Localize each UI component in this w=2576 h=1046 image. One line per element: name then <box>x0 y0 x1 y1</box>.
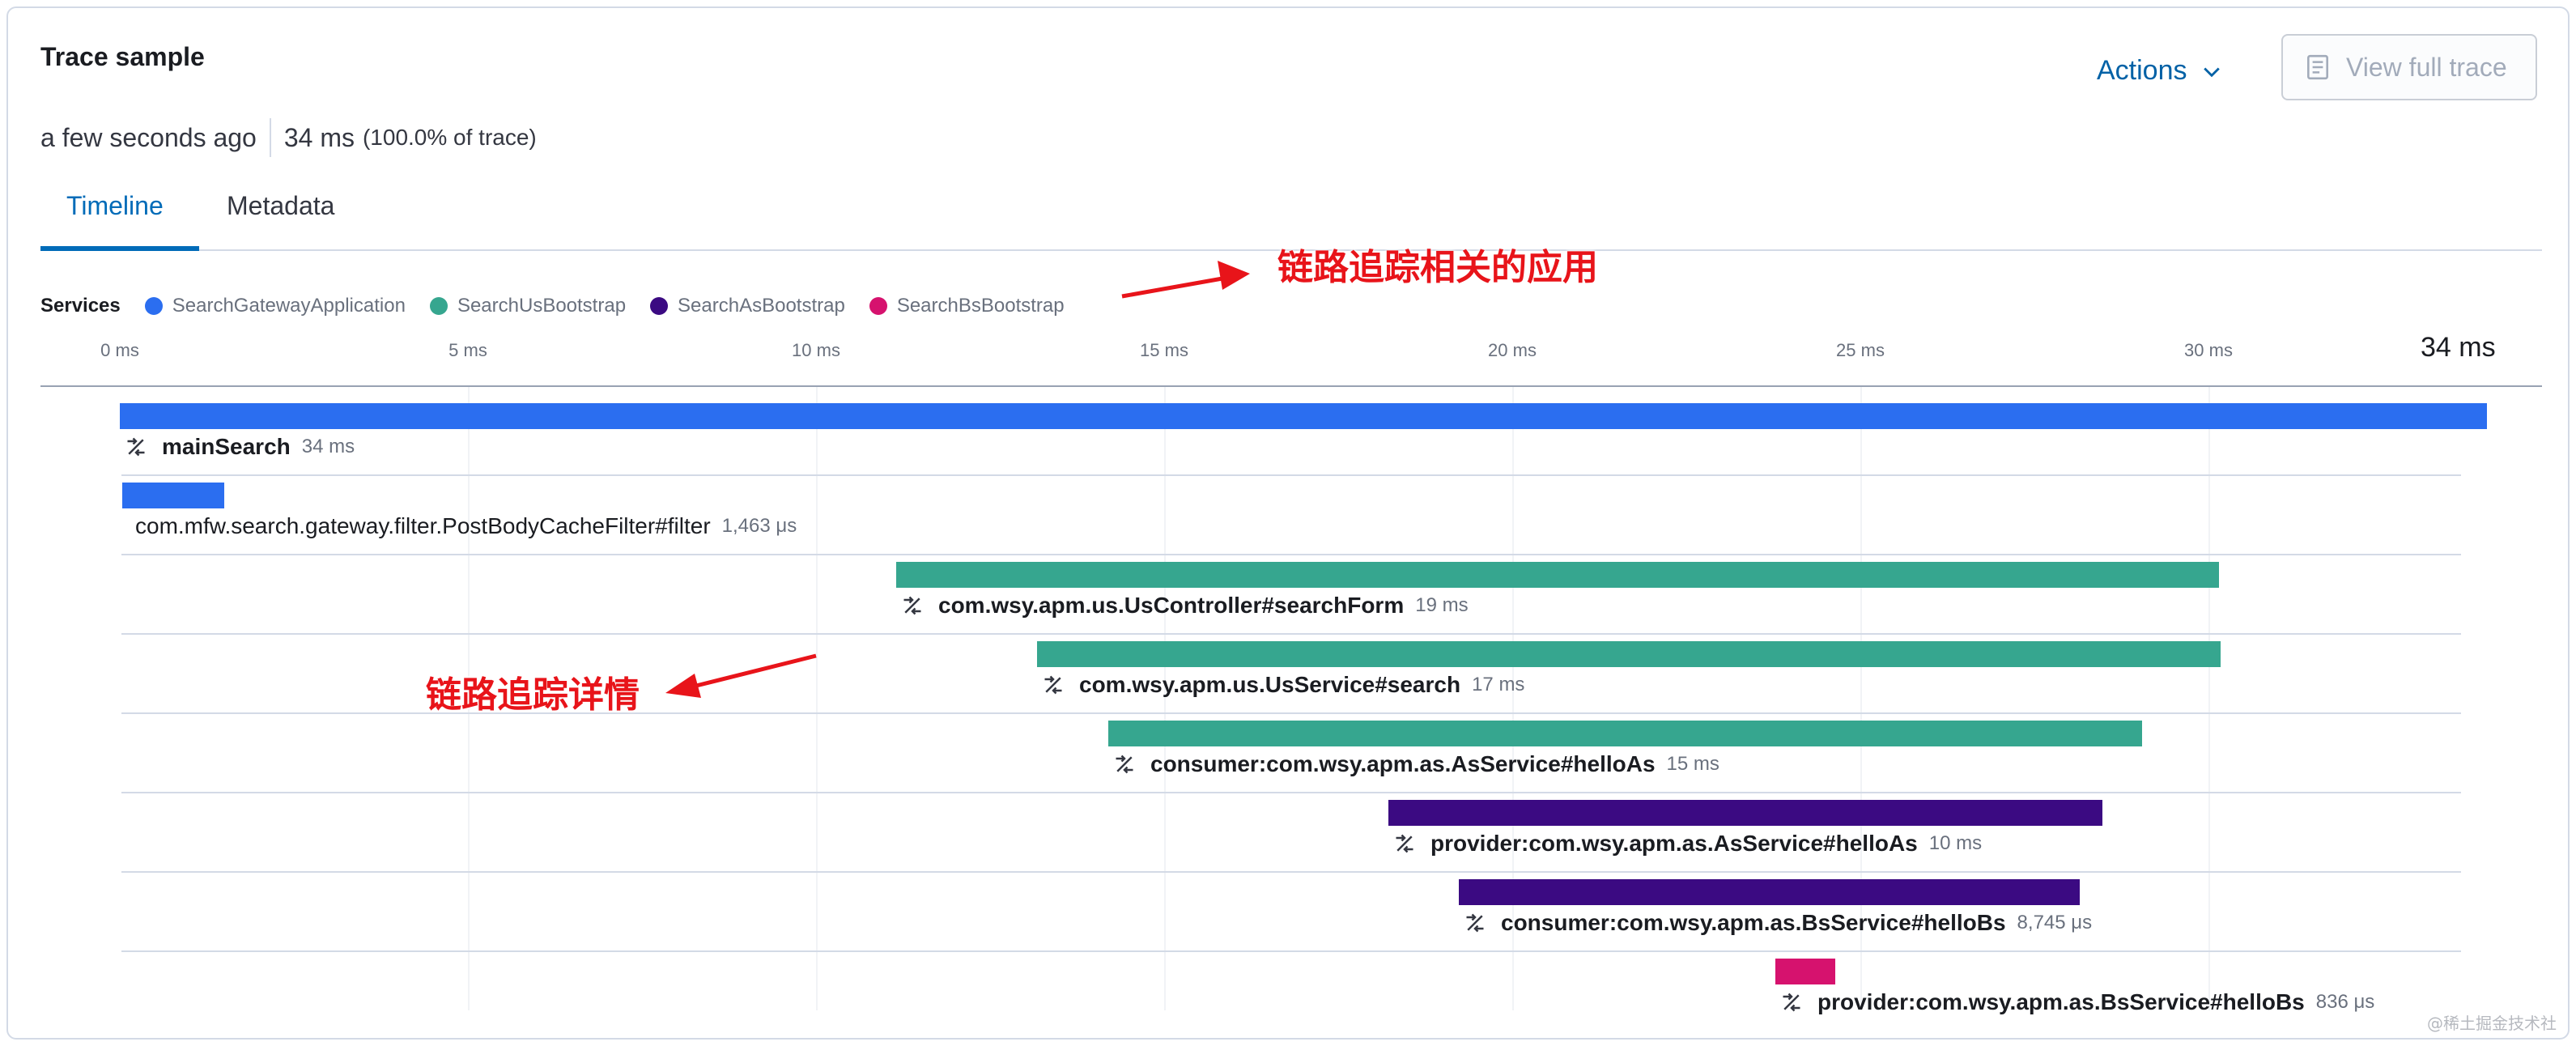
axis-tick: 25 ms <box>1836 340 1885 360</box>
span-type-icon <box>127 437 145 457</box>
span-bar[interactable] <box>1459 879 2080 905</box>
chevron-down-icon <box>2203 67 2220 77</box>
services-label: Services <box>40 295 121 317</box>
span-bar[interactable] <box>1108 721 2142 746</box>
span-type-icon <box>1044 675 1062 695</box>
document-icon <box>2307 54 2328 80</box>
span-label[interactable]: com.wsy.apm.us.UsController#searchForm 19… <box>901 593 1469 619</box>
tab-metadata[interactable]: Metadata <box>227 191 334 221</box>
span-bar[interactable] <box>122 483 224 508</box>
trace-age: a few seconds ago <box>40 122 257 152</box>
span-label[interactable]: mainSearch 34 ms <box>125 434 355 460</box>
legend-dot <box>429 297 448 315</box>
watermark: @稀土掘金技术社区 <box>2427 1014 2557 1038</box>
span-type-icon <box>1116 755 1133 774</box>
span-name: provider:com.wsy.apm.as.BsService#helloB… <box>1817 989 2305 1014</box>
legend-dot <box>869 297 887 315</box>
legend-label: SearchGatewayApplication <box>172 295 406 317</box>
row-divider <box>121 554 2461 555</box>
axis-end-label: 34 ms <box>2421 332 2496 363</box>
legend-label: SearchUsBootstrap <box>457 295 627 317</box>
span-label[interactable]: provider:com.wsy.apm.as.BsService#helloB… <box>1780 989 2374 1015</box>
axis-tick: 20 ms <box>1488 340 1537 360</box>
legend-dot <box>144 297 163 315</box>
span-bar[interactable] <box>896 562 2219 588</box>
row-divider <box>121 871 2461 873</box>
actions-label: Actions <box>2097 55 2187 86</box>
span-name: com.mfw.search.gateway.filter.PostBodyCa… <box>135 513 711 538</box>
axis-tick: 5 ms <box>448 340 487 360</box>
span-duration: 8,745 μs <box>2017 912 2093 933</box>
trace-meta: a few seconds ago 34 ms (100.0% of trace… <box>40 118 537 157</box>
span-duration: 10 ms <box>1928 832 1983 854</box>
legend-item-searchus: SearchUsBootstrap <box>429 295 627 317</box>
row-divider <box>121 474 2461 476</box>
span-type-icon <box>1396 834 1413 853</box>
axis-line <box>40 385 2542 387</box>
annotation-services: 链路追踪相关的应用 <box>1277 247 1598 288</box>
legend-item-searchgateway: SearchGatewayApplication <box>144 295 406 317</box>
gridline <box>2208 387 2210 1010</box>
span-duration: 34 ms <box>301 436 355 457</box>
tab-timeline[interactable]: Timeline <box>66 191 164 221</box>
span-label[interactable]: com.mfw.search.gateway.filter.PostBodyCa… <box>135 513 797 539</box>
gridline <box>816 387 818 1010</box>
span-name: mainSearch <box>162 434 291 459</box>
span-duration: 15 ms <box>1666 753 1719 775</box>
arrow-icon <box>1121 261 1250 299</box>
span-bar[interactable] <box>1775 959 1835 984</box>
row-divider <box>121 792 2461 793</box>
trace-percent: (100.0% of trace) <box>362 125 537 150</box>
legend-label: SearchBsBootstrap <box>896 295 1065 317</box>
span-duration: 1,463 μs <box>721 515 797 537</box>
annotation-details: 链路追踪详情 <box>426 674 640 716</box>
trace-sample-panel: Trace sample a few seconds ago 34 ms (10… <box>6 6 2570 1040</box>
span-name: consumer:com.wsy.apm.as.AsService#helloA… <box>1150 751 1656 776</box>
active-tab-indicator <box>40 246 199 251</box>
span-duration: 19 ms <box>1415 594 1469 616</box>
span-bar[interactable] <box>1388 800 2102 826</box>
span-name: com.wsy.apm.us.UsService#search <box>1079 672 1461 697</box>
legend-item-searchas: SearchAsBootstrap <box>650 295 845 317</box>
axis-tick: 15 ms <box>1140 340 1188 360</box>
span-type-icon <box>1783 993 1800 1012</box>
legend-item-searchbs: SearchBsBootstrap <box>869 295 1065 317</box>
view-full-trace-button[interactable]: View full trace <box>2281 34 2537 100</box>
span-name: com.wsy.apm.us.UsController#searchForm <box>938 593 1405 618</box>
row-divider <box>121 633 2461 635</box>
legend-dot <box>650 297 669 315</box>
row-divider <box>121 950 2461 952</box>
axis-tick: 10 ms <box>792 340 840 360</box>
panel-title: Trace sample <box>40 42 205 71</box>
axis-tick: 0 ms <box>100 340 139 360</box>
span-name: provider:com.wsy.apm.as.AsService#helloA… <box>1430 831 1918 856</box>
span-label[interactable]: com.wsy.apm.us.UsService#search 17 ms <box>1042 672 1524 698</box>
span-label[interactable]: provider:com.wsy.apm.as.AsService#helloA… <box>1393 831 1982 857</box>
services-legend: Services SearchGatewayApplication Search… <box>40 290 1089 322</box>
meta-divider <box>269 118 271 157</box>
gridline <box>1164 387 1166 1010</box>
span-name: consumer:com.wsy.apm.as.BsService#helloB… <box>1501 910 2006 935</box>
view-full-trace-label: View full trace <box>2346 52 2507 82</box>
legend-label: SearchAsBootstrap <box>678 295 845 317</box>
span-type-icon <box>903 596 921 615</box>
actions-menu-button[interactable]: Actions <box>2097 55 2223 87</box>
span-bar[interactable] <box>1037 641 2221 667</box>
span-label[interactable]: consumer:com.wsy.apm.as.AsService#helloA… <box>1113 751 1719 777</box>
arrow-icon <box>665 653 817 698</box>
trace-duration: 34 ms <box>283 122 355 152</box>
span-type-icon <box>1466 913 1484 933</box>
span-bar[interactable] <box>120 403 2487 429</box>
span-duration: 17 ms <box>1472 674 1525 695</box>
span-duration: 836 μs <box>2315 991 2375 1013</box>
span-label[interactable]: consumer:com.wsy.apm.as.BsService#helloB… <box>1464 910 2092 936</box>
axis-tick: 30 ms <box>2184 340 2233 360</box>
